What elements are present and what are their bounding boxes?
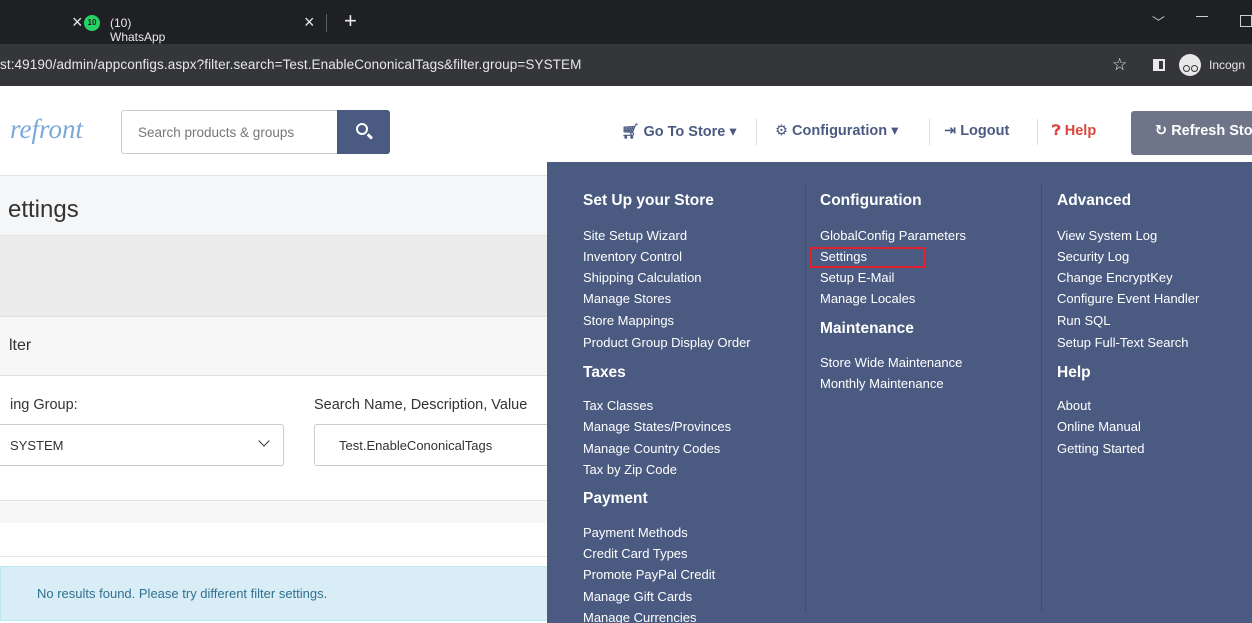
chevron-down-icon [258, 435, 270, 447]
no-results-alert: No results found. Please try different f… [0, 566, 560, 621]
question-circle-icon: ❓︎ [1052, 123, 1061, 139]
menu-item-manage-states[interactable]: Manage States/Provinces [583, 419, 731, 434]
menu-item-change-encryptkey[interactable]: Change EncryptKey [1057, 270, 1173, 285]
toolbar-area [0, 236, 560, 316]
menu-item-store-mappings[interactable]: Store Mappings [583, 313, 674, 328]
logout-icon: ⇥ [944, 123, 957, 139]
refresh-icon: ↻ [1155, 123, 1168, 139]
menu-item-manage-locales[interactable]: Manage Locales [820, 291, 915, 306]
menu-item-monthly-maintenance[interactable]: Monthly Maintenance [820, 376, 944, 391]
setting-group-select[interactable]: SYSTEM [0, 424, 284, 466]
logout-label: Logout [960, 123, 1010, 139]
menu-item-manage-country-codes[interactable]: Manage Country Codes [583, 441, 720, 456]
help-link[interactable]: ❓︎ Help [1052, 123, 1096, 139]
menu-heading-configuration: Configuration [820, 192, 922, 209]
nav-divider [756, 119, 757, 145]
address-bar: st:49190/admin/appconfigs.aspx?filter.se… [0, 44, 1252, 86]
tab-search-chevron-icon[interactable]: ﹀ [1152, 12, 1165, 31]
close-tab-icon[interactable]: × [72, 13, 83, 31]
search-icon [356, 123, 368, 135]
menu-item-manage-currencies[interactable]: Manage Currencies [583, 610, 696, 623]
menu-item-inventory-control[interactable]: Inventory Control [583, 249, 682, 264]
menu-item-view-system-log[interactable]: View System Log [1057, 228, 1157, 243]
go-to-store-menu[interactable]: 🛒︎ Go To Store ▾ [621, 123, 737, 140]
search-filter-input[interactable]: Test.EnableCononicalTags [314, 424, 560, 466]
incognito-icon[interactable] [1179, 54, 1201, 76]
menu-item-tax-by-zip[interactable]: Tax by Zip Code [583, 462, 677, 477]
side-panel-icon[interactable] [1153, 59, 1165, 71]
logout-link[interactable]: ⇥ Logout [944, 123, 1009, 139]
incognito-label: Incogn [1209, 58, 1246, 72]
search-input[interactable] [121, 110, 337, 154]
nav-divider [1037, 119, 1038, 145]
menu-item-store-wide-maintenance[interactable]: Store Wide Maintenance [820, 355, 962, 370]
filter-title: lter [9, 337, 32, 354]
column-divider [805, 184, 806, 612]
menu-item-configure-event-handler[interactable]: Configure Event Handler [1057, 291, 1199, 306]
filter-footer [0, 501, 560, 523]
close-tab-icon[interactable]: × [304, 13, 315, 31]
menu-item-promote-paypal-credit[interactable]: Promote PayPal Credit [583, 567, 715, 582]
menu-item-site-setup-wizard[interactable]: Site Setup Wizard [583, 228, 687, 243]
menu-item-setup-email[interactable]: Setup E-Mail [820, 270, 894, 285]
settings-highlight-box [810, 247, 925, 268]
menu-item-run-sql[interactable]: Run SQL [1057, 313, 1110, 328]
tab-title: (10) WhatsApp [110, 16, 166, 44]
page-title: ettings [8, 196, 79, 223]
menu-heading-taxes: Taxes [583, 364, 626, 381]
caret-down-icon: ▾ [891, 123, 899, 139]
logo[interactable]: refront [10, 114, 83, 145]
gear-icon: ⚙ [775, 123, 788, 139]
menu-heading-maintenance: Maintenance [820, 320, 914, 337]
menu-item-setup-full-text-search[interactable]: Setup Full-Text Search [1057, 335, 1189, 350]
menu-heading-payment: Payment [583, 490, 648, 507]
menu-item-payment-methods[interactable]: Payment Methods [583, 525, 688, 540]
configuration-dropdown: Set Up your Store Site Setup Wizard Inve… [547, 162, 1252, 623]
page-title-bar: ettings [0, 176, 560, 236]
setting-group-label: ing Group: [10, 397, 78, 413]
browser-tab-bar: × 10 (10) WhatsApp × + ﹀ [0, 0, 1252, 44]
refresh-label: Refresh Sto [1171, 123, 1252, 139]
refresh-store-button[interactable]: ↻ Refresh Sto [1131, 111, 1252, 155]
menu-item-online-manual[interactable]: Online Manual [1057, 419, 1141, 434]
url-field[interactable]: st:49190/admin/appconfigs.aspx?filter.se… [0, 57, 581, 72]
configuration-label: Configuration [792, 123, 888, 139]
search-button[interactable] [337, 110, 390, 154]
menu-item-getting-started[interactable]: Getting Started [1057, 441, 1144, 456]
whatsapp-icon: 10 [84, 15, 100, 31]
menu-item-about[interactable]: About [1057, 398, 1091, 413]
caret-down-icon: ▾ [729, 124, 737, 140]
menu-item-tax-classes[interactable]: Tax Classes [583, 398, 653, 413]
configuration-menu[interactable]: ⚙ Configuration ▾ [775, 123, 898, 139]
menu-item-security-log[interactable]: Security Log [1057, 249, 1129, 264]
page-content: ettings lter ing Group: Search Name, Des… [0, 176, 560, 623]
tab-separator [326, 14, 327, 32]
help-label: Help [1064, 123, 1097, 139]
column-divider [1041, 184, 1042, 612]
maximize-icon[interactable] [1240, 15, 1252, 27]
menu-heading-setup-store: Set Up your Store [583, 192, 714, 209]
menu-heading-help: Help [1057, 364, 1091, 381]
search-field-label: Search Name, Description, Value [314, 397, 528, 413]
menu-item-shipping-calculation[interactable]: Shipping Calculation [583, 270, 702, 285]
nav-divider [929, 119, 930, 145]
minimize-icon[interactable] [1196, 16, 1208, 17]
menu-item-manage-stores[interactable]: Manage Stores [583, 291, 671, 306]
menu-item-manage-gift-cards[interactable]: Manage Gift Cards [583, 589, 692, 604]
setting-group-value: SYSTEM [10, 438, 64, 453]
filter-panel-heading: lter [0, 316, 560, 376]
menu-item-product-group-display-order[interactable]: Product Group Display Order [583, 335, 751, 350]
divider [0, 556, 560, 557]
menu-item-globalconfig-parameters[interactable]: GlobalConfig Parameters [820, 228, 966, 243]
cart-icon: 🛒︎ [621, 124, 640, 140]
bookmark-star-icon[interactable]: ☆ [1112, 55, 1127, 75]
search-filter-value: Test.EnableCononicalTags [339, 438, 493, 453]
go-to-store-label: Go To Store [643, 124, 726, 140]
alert-message: No results found. Please try different f… [37, 586, 328, 601]
menu-heading-advanced: Advanced [1057, 192, 1132, 209]
new-tab-icon[interactable]: + [344, 10, 357, 32]
menu-item-credit-card-types[interactable]: Credit Card Types [583, 546, 688, 561]
